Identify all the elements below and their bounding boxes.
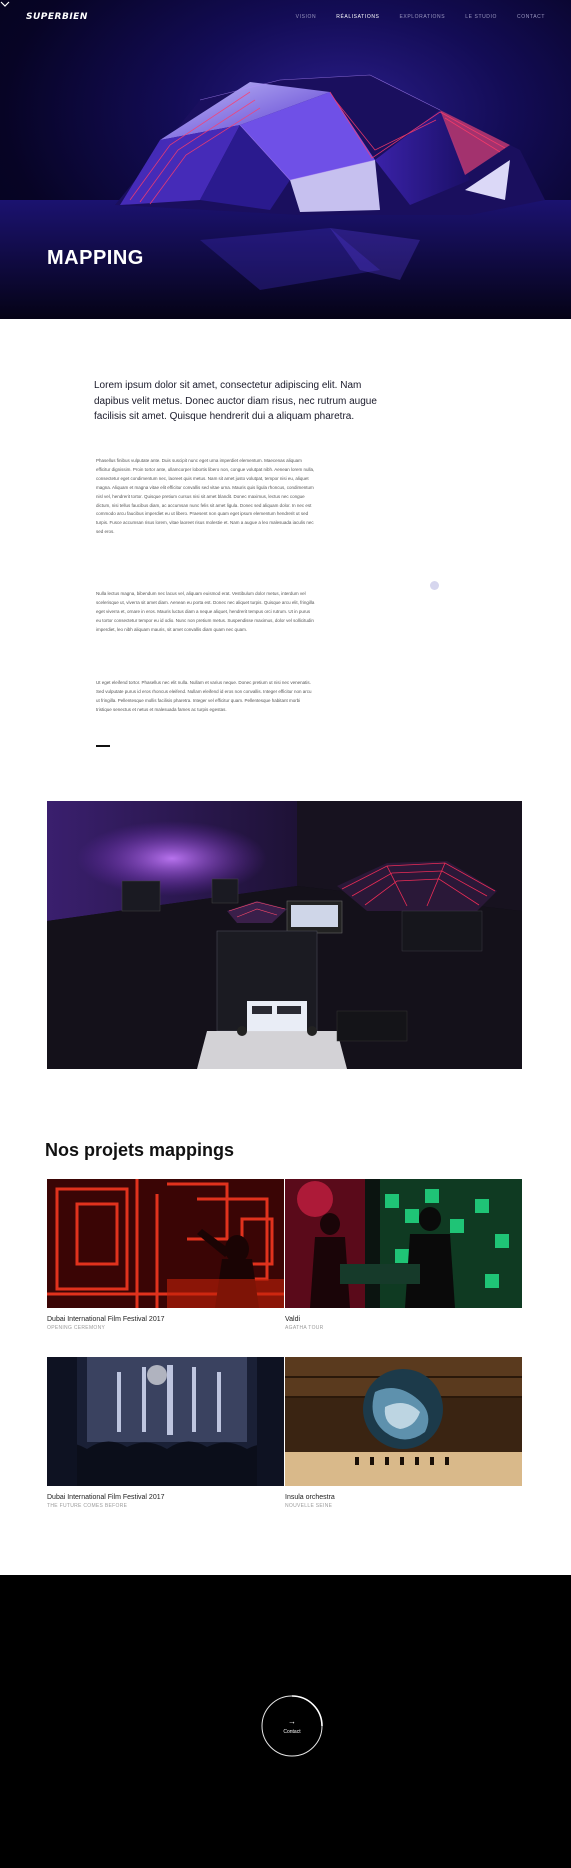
nav-item-vision[interactable]: VISION xyxy=(296,14,317,20)
nav-item-explorations[interactable]: EXPLORATIONS xyxy=(399,14,445,20)
project-title[interactable]: Dubai International Film Festival 2017 xyxy=(47,1316,284,1323)
hero-mapping-image xyxy=(0,74,571,319)
hero-banner: SUPERBIEN VISION RÉALISATIONS EXPLORATIO… xyxy=(0,0,571,319)
page-title: MAPPING xyxy=(47,247,144,269)
project-thumbnail[interactable] xyxy=(285,1179,522,1308)
contact-button[interactable]: → Contact xyxy=(260,1694,324,1758)
nav-item-contact[interactable]: CONTACT xyxy=(517,14,545,20)
project-thumbnail[interactable] xyxy=(47,1357,284,1486)
project-card[interactable]: Dubai International Film Festival 2017 T… xyxy=(47,1357,284,1509)
stage-photo-image xyxy=(47,801,522,1069)
project-subtitle: OPENING CEREMONY xyxy=(47,1325,106,1331)
contact-label: Contact xyxy=(283,1729,301,1735)
intro-paragraph-1: Phasellus finibus vulputate ante. Duis s… xyxy=(96,458,315,535)
project-image-concert-crowd xyxy=(47,1357,284,1486)
main-nav: VISION RÉALISATIONS EXPLORATIONS LE STUD… xyxy=(276,14,545,20)
project-thumbnail[interactable] xyxy=(285,1357,522,1486)
cursor-dot xyxy=(430,581,439,590)
project-card[interactable]: Insula orchestra NOUVELLE SEINE xyxy=(285,1357,522,1509)
project-subtitle: THE FUTURE COMES BEFORE xyxy=(47,1503,128,1509)
nav-item-realisations[interactable]: RÉALISATIONS xyxy=(336,14,379,20)
projects-section-title: Nos projets mappings xyxy=(45,1140,235,1160)
contact-circle-icon xyxy=(261,1695,323,1757)
project-title[interactable]: Insula orchestra xyxy=(285,1494,522,1501)
project-card[interactable]: Dubai International Film Festival 2017 O… xyxy=(47,1179,284,1331)
project-thumbnail[interactable] xyxy=(47,1179,284,1308)
project-card[interactable]: Valdi AGATHA TOUR xyxy=(285,1179,522,1331)
intro-paragraph-3: Ut eget eleifend tortor. Phasellus nec e… xyxy=(96,680,312,712)
arrow-right-icon: → xyxy=(288,1717,296,1726)
section-divider xyxy=(96,745,110,747)
project-image-laser-maze xyxy=(47,1179,284,1308)
featured-photo xyxy=(47,801,522,1069)
project-subtitle: AGATHA TOUR xyxy=(285,1325,324,1331)
project-title[interactable]: Valdi xyxy=(285,1316,522,1323)
project-image-orchestra-hall xyxy=(285,1357,522,1486)
chevron-down-icon[interactable] xyxy=(0,0,10,8)
intro-lead: Lorem ipsum dolor sit amet, consectetur … xyxy=(94,380,377,422)
project-image-dj-show xyxy=(285,1179,522,1308)
intro-paragraph-2: Nulla lectus magna, bibendum nec lacus v… xyxy=(96,591,315,632)
brand-logo[interactable]: SUPERBIEN xyxy=(26,12,88,22)
project-title[interactable]: Dubai International Film Festival 2017 xyxy=(47,1494,284,1501)
project-subtitle: NOUVELLE SEINE xyxy=(285,1503,333,1509)
nav-item-le-studio[interactable]: LE STUDIO xyxy=(465,14,497,20)
